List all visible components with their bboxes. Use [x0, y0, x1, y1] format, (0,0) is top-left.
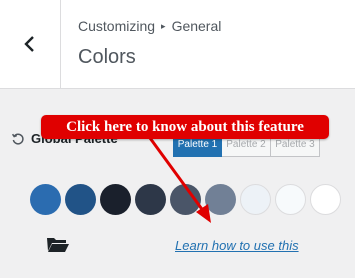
breadcrumb-separator-icon: ▸	[161, 20, 166, 31]
color-swatch[interactable]	[205, 184, 236, 215]
page-title: Colors	[78, 46, 136, 68]
breadcrumb-current: General	[171, 18, 222, 34]
color-swatch[interactable]	[275, 184, 306, 215]
back-button[interactable]	[0, 0, 61, 88]
color-swatch[interactable]	[65, 184, 96, 215]
learn-how-link[interactable]: Learn how to use this	[175, 238, 299, 253]
callout-tooltip: Click here to know about this feature	[41, 115, 329, 139]
breadcrumb: Customizing ▸ General	[78, 18, 221, 34]
color-swatch[interactable]	[100, 184, 131, 215]
chevron-left-icon	[24, 36, 34, 52]
color-swatch[interactable]	[310, 184, 341, 215]
color-swatch[interactable]	[240, 184, 271, 215]
color-swatch[interactable]	[135, 184, 166, 215]
customizer-header: Customizing ▸ General Colors	[0, 0, 355, 89]
color-swatches	[30, 184, 341, 215]
color-swatch[interactable]	[30, 184, 61, 215]
color-swatch[interactable]	[170, 184, 201, 215]
folder-icon[interactable]	[46, 235, 70, 253]
reset-icon[interactable]	[11, 132, 25, 146]
breadcrumb-parent: Customizing	[78, 18, 156, 34]
